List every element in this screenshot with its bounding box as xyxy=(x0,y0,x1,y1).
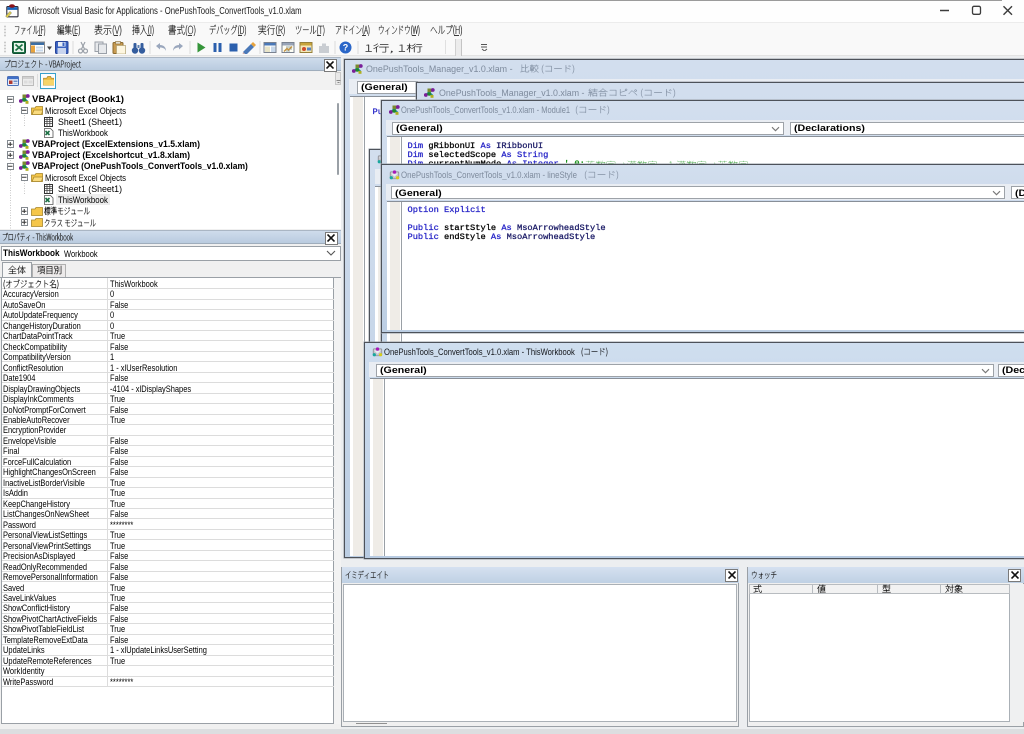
svg-text:?: ? xyxy=(343,43,349,53)
